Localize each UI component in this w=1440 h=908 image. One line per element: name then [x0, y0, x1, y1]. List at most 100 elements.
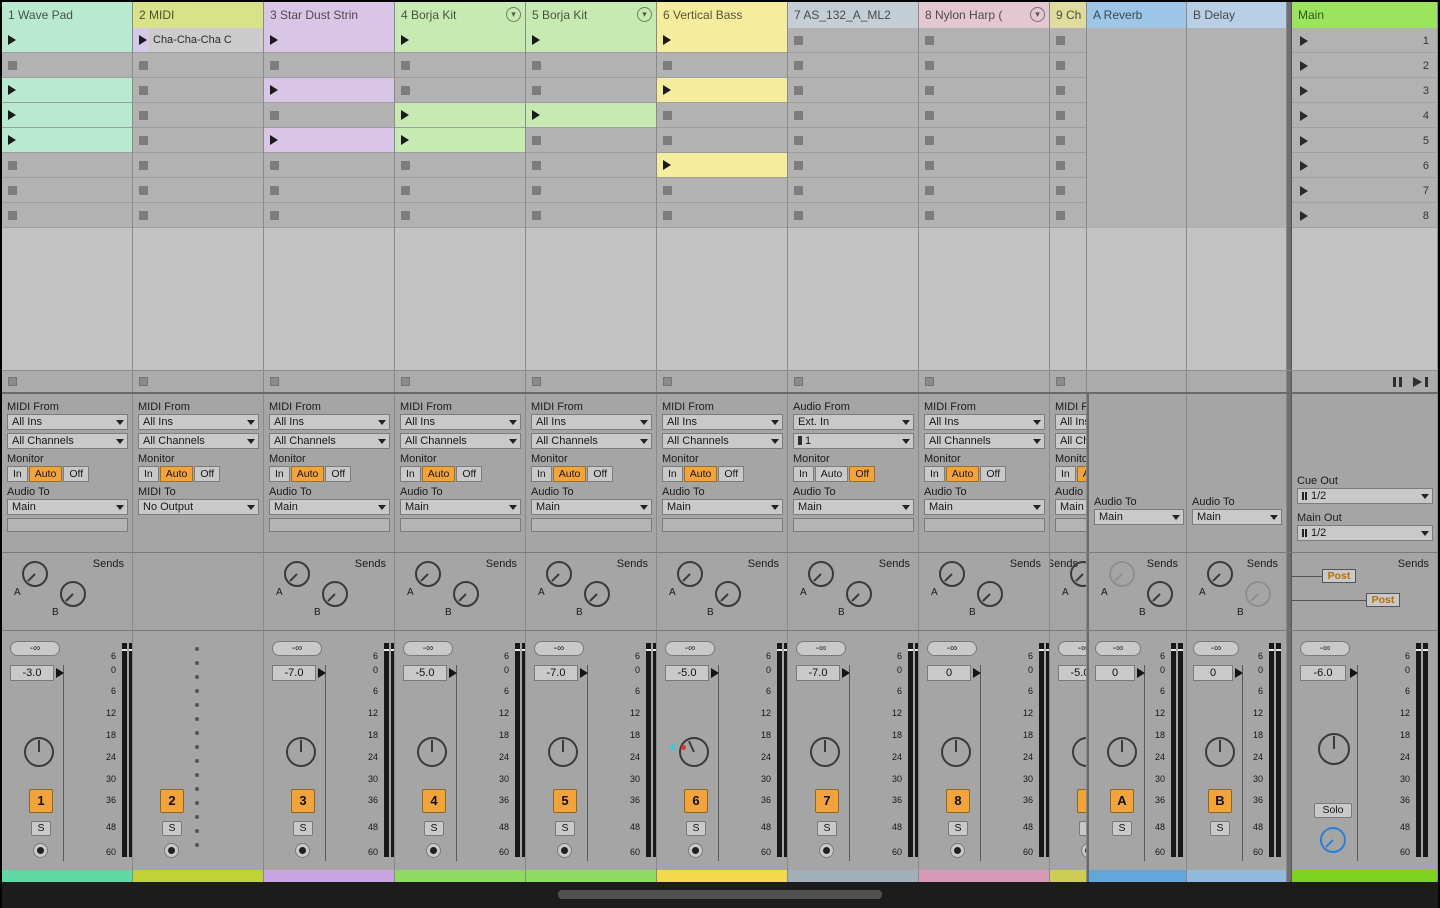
cue-volume-knob[interactable]	[1320, 827, 1346, 853]
clip-slot[interactable]	[395, 203, 525, 228]
clip-slot[interactable]	[133, 103, 263, 128]
clip-slot[interactable]	[264, 28, 394, 53]
volume-value[interactable]: -7.0	[272, 665, 316, 681]
output-channel-box[interactable]	[269, 518, 390, 532]
input-channel-select[interactable]: 1	[793, 433, 914, 449]
volume-value[interactable]: -5.0	[665, 665, 709, 681]
clip-slot[interactable]	[526, 203, 656, 228]
clip-slot[interactable]	[788, 53, 918, 78]
clip-slot[interactable]	[264, 153, 394, 178]
clip-slot[interactable]	[2, 103, 132, 128]
clip-slot[interactable]	[657, 203, 787, 228]
clip-slot[interactable]	[919, 53, 1049, 78]
track-activator[interactable]: 1	[29, 789, 53, 813]
clip-slot[interactable]	[657, 28, 787, 53]
monitor-off-button[interactable]: Off	[587, 466, 613, 482]
track-activator[interactable]: 8	[946, 789, 970, 813]
solo-button[interactable]: S	[293, 821, 313, 836]
monitor-auto-button[interactable]: Auto	[160, 466, 194, 482]
pan-knob[interactable]	[1072, 737, 1087, 767]
send-a-knob[interactable]	[1207, 561, 1233, 587]
solo-button[interactable]: S	[1210, 821, 1230, 836]
volume-value[interactable]: -3.0	[10, 665, 54, 681]
track-activator[interactable]: A	[1110, 789, 1134, 813]
clip-play-icon[interactable]	[270, 85, 278, 95]
clip-play-icon[interactable]	[663, 35, 671, 45]
track-header[interactable]: 1 Wave Pad	[2, 2, 133, 28]
clip-slot[interactable]	[657, 178, 787, 203]
peak-level-display[interactable]: -∞	[1193, 641, 1239, 656]
stop-clips-button[interactable]	[401, 377, 410, 386]
clip-slot[interactable]: Cha-Cha-Cha C	[133, 28, 263, 53]
monitor-off-button[interactable]: Off	[456, 466, 482, 482]
send-b-knob[interactable]	[60, 581, 86, 607]
clip-slot[interactable]	[788, 103, 918, 128]
track-header[interactable]: 5 Borja Kit▾	[526, 2, 657, 28]
clip-slot[interactable]	[919, 153, 1049, 178]
fader-handle[interactable]	[318, 668, 326, 678]
clip-slot[interactable]	[657, 53, 787, 78]
solo-button[interactable]: S	[686, 821, 706, 836]
track-activator[interactable]: B	[1208, 789, 1232, 813]
clip-slot[interactable]	[264, 128, 394, 153]
send-a-knob[interactable]	[808, 561, 834, 587]
scene-row[interactable]: 1	[1292, 28, 1437, 53]
pan-knob[interactable]	[941, 737, 971, 767]
output-channel-box[interactable]	[1055, 518, 1087, 532]
pan-knob[interactable]	[1318, 733, 1350, 765]
output-channel-box[interactable]	[924, 518, 1045, 532]
clip-slot[interactable]	[526, 153, 656, 178]
scene-launch-icon[interactable]	[1300, 111, 1308, 121]
output-select[interactable]: Main	[1094, 509, 1184, 525]
send-a-knob[interactable]	[1070, 561, 1087, 587]
post-toggle[interactable]: Post	[1366, 593, 1400, 607]
output-channel-box[interactable]	[531, 518, 652, 532]
input-type-select[interactable]: All Ins	[1055, 414, 1087, 430]
volume-value[interactable]: 0	[927, 665, 971, 681]
clip-play-icon[interactable]	[8, 110, 16, 120]
scene-launch-icon[interactable]	[1300, 136, 1308, 146]
track-activator[interactable]: 7	[815, 789, 839, 813]
clip-slot[interactable]	[919, 128, 1049, 153]
monitor-auto-button[interactable]: Auto	[1077, 466, 1087, 482]
solo-button[interactable]: S	[555, 821, 575, 836]
send-b-knob[interactable]	[977, 581, 1003, 607]
clip-slot[interactable]	[264, 203, 394, 228]
pan-knob[interactable]	[1205, 737, 1235, 767]
input-type-select[interactable]: All Ins	[7, 414, 128, 430]
solo-button[interactable]: S	[31, 821, 51, 836]
input-type-select[interactable]: Ext. In	[793, 414, 914, 430]
clip-slot[interactable]	[395, 128, 525, 153]
clip-slot[interactable]	[2, 28, 132, 53]
solo-button[interactable]: S	[424, 821, 444, 836]
clip-slot[interactable]	[1050, 53, 1086, 78]
arm-button[interactable]	[426, 843, 441, 858]
clip-slot[interactable]	[133, 53, 263, 78]
stop-clips-button[interactable]	[663, 377, 672, 386]
clip-play-icon[interactable]	[401, 110, 409, 120]
monitor-off-button[interactable]: Off	[849, 466, 875, 482]
clip-slot[interactable]	[395, 178, 525, 203]
output-channel-box[interactable]	[400, 518, 521, 532]
horizontal-scrollbar[interactable]	[558, 890, 882, 899]
volume-value[interactable]: -5.0	[403, 665, 447, 681]
output-select[interactable]: Main	[7, 499, 128, 515]
clip-play-icon[interactable]	[401, 35, 409, 45]
scene-launch-icon[interactable]	[1300, 61, 1308, 71]
scene-row[interactable]: 3	[1292, 78, 1437, 103]
clip-slot[interactable]	[2, 78, 132, 103]
send-b-knob[interactable]	[584, 581, 610, 607]
send-b-knob[interactable]	[715, 581, 741, 607]
clip-slot[interactable]	[1050, 153, 1086, 178]
arm-button[interactable]	[819, 843, 834, 858]
input-channel-select[interactable]: All Channels	[924, 433, 1045, 449]
clip-slot[interactable]	[264, 78, 394, 103]
input-type-select[interactable]: All Ins	[662, 414, 783, 430]
fader-handle[interactable]	[842, 668, 850, 678]
solo-button[interactable]: S	[1112, 821, 1132, 836]
clip-play-icon[interactable]	[532, 110, 540, 120]
monitor-in-button[interactable]: In	[269, 466, 290, 482]
solo-button[interactable]: Solo	[1314, 803, 1352, 818]
clip-slot[interactable]	[1050, 103, 1086, 128]
clip-slot[interactable]	[395, 28, 525, 53]
